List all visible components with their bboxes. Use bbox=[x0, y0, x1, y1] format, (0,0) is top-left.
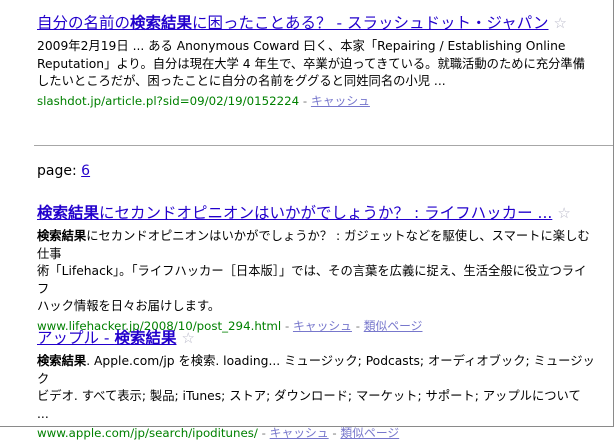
title-text[interactable]: アップル - bbox=[37, 329, 114, 347]
snippet-highlight: 検索結果 bbox=[37, 229, 87, 243]
cache-link[interactable]: キャッシュ bbox=[311, 94, 370, 108]
similar-pages-link[interactable]: 類似ページ bbox=[340, 426, 399, 440]
result-meta: slashdot.jp/article.pl?sid=09/02/19/0152… bbox=[37, 92, 595, 110]
title-highlight[interactable]: 検索結果 bbox=[130, 14, 192, 32]
star-icon[interactable]: ☆ bbox=[181, 328, 194, 348]
result-snippet: 検索結果にセカンドオピニオンはいかがでしょうか？ : ガジェットなどを駆使し、ス… bbox=[37, 228, 595, 316]
title-text[interactable]: にセカンドオピニオンはいかがでしょうか？ : ライフハッカー ... bbox=[99, 204, 552, 222]
divider bbox=[34, 145, 613, 146]
separator: - bbox=[328, 426, 341, 440]
result-title-line: アップル - 検索結果 ☆ bbox=[37, 328, 595, 348]
snippet-line: したいところだが、困ったことに自分の名前をググると同姓同名の小児 ... bbox=[37, 74, 446, 88]
result-snippet: 検索結果. Apple.com/jp を検索. loading... ミュージッ… bbox=[37, 353, 595, 423]
snippet-line: ビデオ. すべて表示; 製品; iTunes; ストア; ダウンロード; マーケ… bbox=[37, 389, 581, 421]
search-result: 検索結果にセカンドオピニオンはいかがでしょうか？ : ライフハッカー ... ☆ … bbox=[37, 203, 595, 335]
snippet-line: ハック情報を日々お届けします。 bbox=[37, 299, 221, 313]
result-url: slashdot.jp/article.pl?sid=09/02/19/0152… bbox=[37, 93, 300, 108]
search-result: アップル - 検索結果 ☆ 検索結果. Apple.com/jp を検索. loa… bbox=[37, 328, 595, 442]
result-title-line: 検索結果にセカンドオピニオンはいかがでしょうか？ : ライフハッカー ... ☆ bbox=[37, 203, 595, 223]
result-title-link[interactable]: アップル - 検索結果 bbox=[37, 329, 176, 347]
separator: - bbox=[257, 426, 270, 440]
separator: - bbox=[299, 93, 311, 108]
pagination: page: 6 bbox=[37, 162, 90, 180]
page-link[interactable]: 6 bbox=[81, 163, 90, 179]
snippet-line: 術「Lifehack」。「ライフハッカー［日本版］」では、その言葉を広義に捉え、… bbox=[37, 264, 587, 296]
cache-link[interactable]: キャッシュ bbox=[270, 426, 329, 440]
snippet-line: 検索結果にセカンドオピニオンはいかがでしょうか？ : ガジェットなどを駆使し、ス… bbox=[37, 228, 595, 263]
search-result: 自分の名前の検索結果に困ったことある？ - スラッシュドット・ジャパン ☆ 200… bbox=[37, 13, 595, 110]
pager-label: page: bbox=[37, 163, 82, 179]
result-title-link[interactable]: 自分の名前の検索結果に困ったことある？ - スラッシュドット・ジャパン bbox=[37, 14, 548, 32]
title-highlight[interactable]: 検索結果 bbox=[37, 204, 99, 222]
title-text[interactable]: 自分の名前の bbox=[37, 14, 130, 32]
title-text[interactable]: に困ったことある？ - スラッシュドット・ジャパン bbox=[192, 14, 548, 32]
snippet-highlight: 検索結果 bbox=[37, 354, 87, 368]
star-icon[interactable]: ☆ bbox=[553, 13, 566, 33]
snippet-text: にセカンドオピニオンはいかがでしょうか？ : ガジェットなどを駆使し、スマートに… bbox=[37, 229, 590, 261]
star-icon[interactable]: ☆ bbox=[557, 203, 570, 223]
snippet-line: Reputation」より。自分は現在大学 4 年生で、卒業が迫ってきている。就… bbox=[37, 56, 586, 71]
result-title-line: 自分の名前の検索結果に困ったことある？ - スラッシュドット・ジャパン ☆ bbox=[37, 13, 595, 33]
snippet-line: 検索結果. Apple.com/jp を検索. loading... ミュージッ… bbox=[37, 353, 595, 388]
result-url: www.apple.com/jp/search/ipoditunes/ bbox=[37, 426, 258, 440]
snippet-text: . Apple.com/jp を検索. loading... ミュージック; P… bbox=[37, 354, 595, 386]
result-title-link[interactable]: 検索結果にセカンドオピニオンはいかがでしょうか？ : ライフハッカー ... bbox=[37, 204, 552, 222]
snippet-line: 2009年2月19日 ... ある Anonymous Coward 曰く、本家… bbox=[37, 39, 566, 53]
result-snippet: 2009年2月19日 ... ある Anonymous Coward 曰く、本家… bbox=[37, 38, 595, 91]
title-highlight[interactable]: 検索結果 bbox=[114, 329, 176, 347]
